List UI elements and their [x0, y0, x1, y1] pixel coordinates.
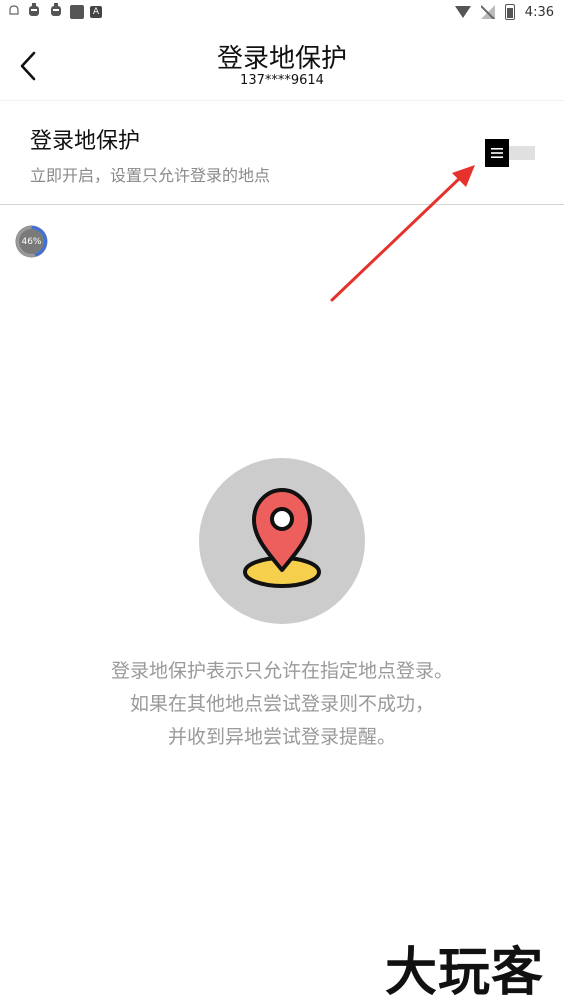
progress-label: 46%	[21, 236, 42, 247]
location-illustration	[199, 458, 365, 624]
info-line-1: 登录地保护表示只允许在指定地点登录。	[110, 660, 453, 682]
watermark-logo: 大玩客	[385, 943, 545, 1003]
info-line-3: 并收到异地尝试登录提醒。	[167, 726, 396, 748]
info-line-2: 如果在其他地点尝试登录则不成功，	[129, 693, 434, 715]
progress-badge[interactable]: 46%	[15, 225, 48, 258]
location-pin-icon	[199, 458, 365, 624]
